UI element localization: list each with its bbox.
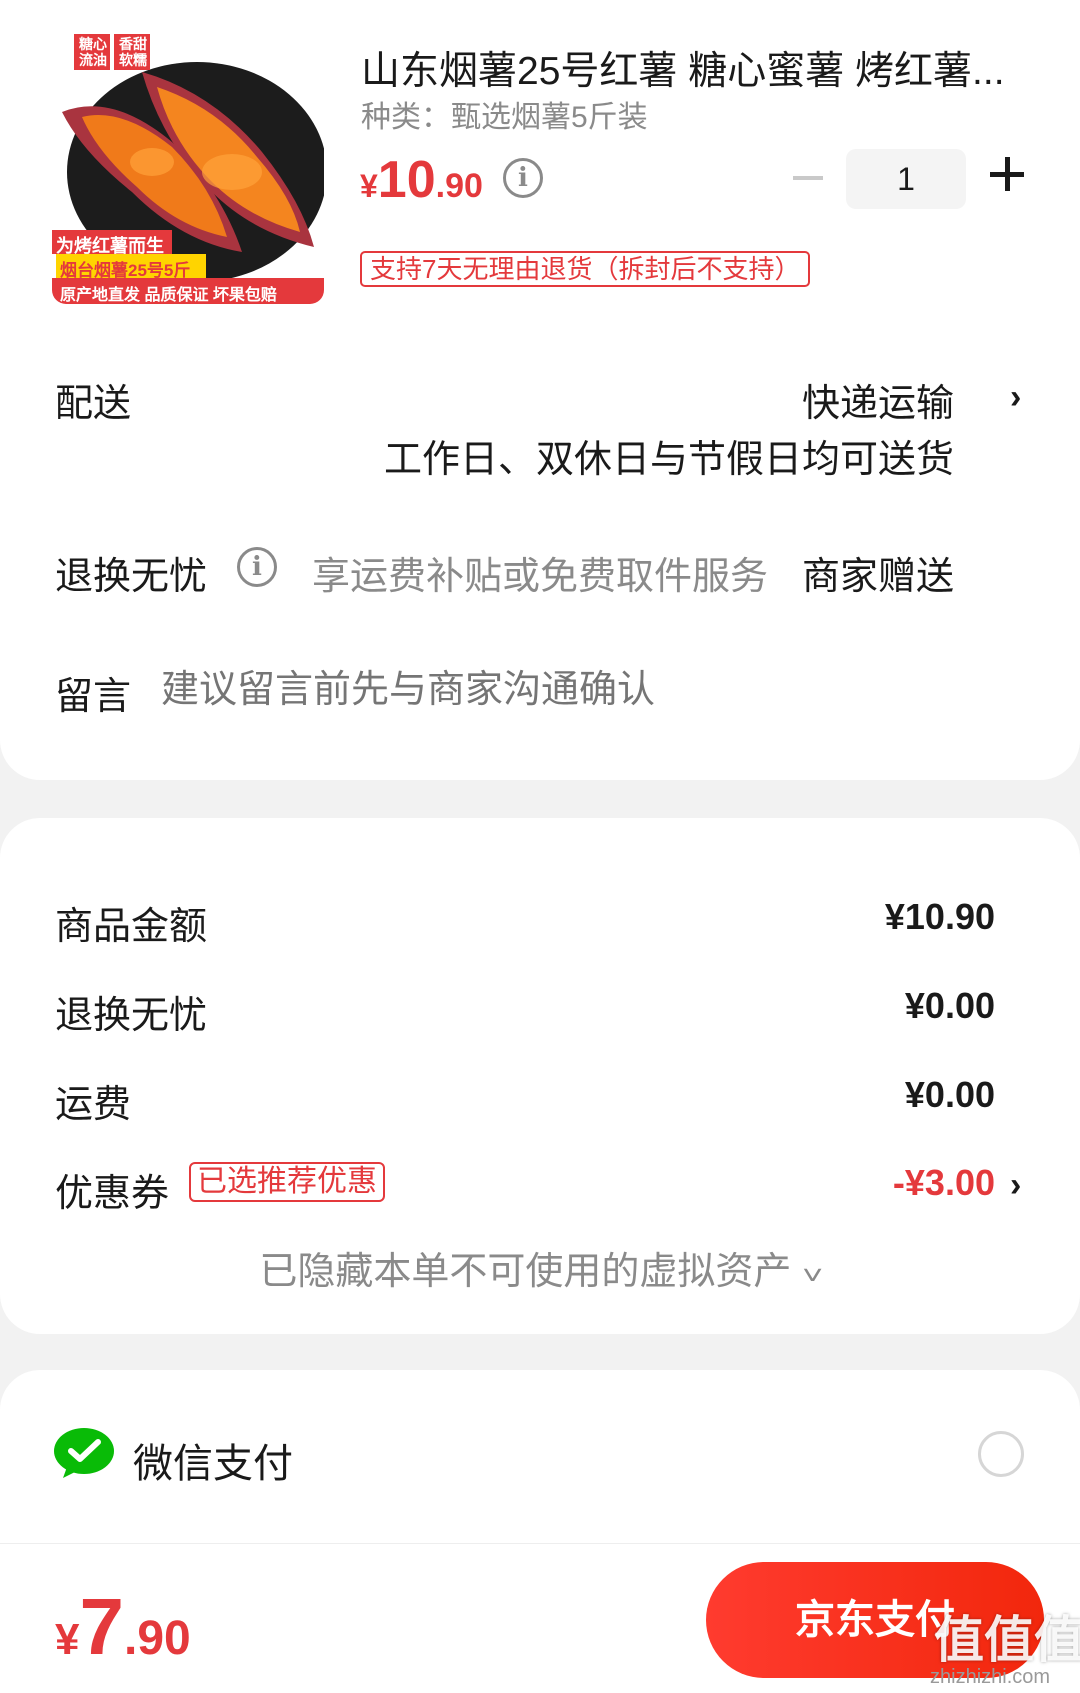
delivery-label: 配送: [55, 383, 132, 425]
delivery-method[interactable]: 快递运输: [802, 372, 954, 427]
hidden-assets-text: 已隐藏本单不可使用的虚拟资产: [259, 1251, 792, 1293]
site-watermark-url: zhizhizhi.com: [930, 1666, 1051, 1688]
coupon-selected-badge[interactable]: 已选推荐优惠: [189, 1162, 385, 1202]
product-image-line-2: 烟台烟薯25号5斤: [60, 261, 191, 280]
freight-value: ¥0.00: [904, 1074, 995, 1115]
return-service-info-icon[interactable]: i: [237, 547, 277, 587]
total-price: ¥7.90: [55, 1581, 191, 1673]
coupon-discount-value[interactable]: -¥3.00: [893, 1162, 995, 1204]
product-image-tag-2: 香甜软糯: [119, 36, 147, 68]
total-currency: ¥: [55, 1615, 80, 1664]
price-info-icon[interactable]: i: [503, 158, 543, 198]
return-fee-value: ¥0.00: [904, 985, 995, 1026]
hidden-virtual-assets-toggle[interactable]: 已隐藏本单不可使用的虚拟资产 ˅: [0, 1240, 1080, 1295]
coupon-label[interactable]: 优惠券: [55, 1162, 169, 1217]
product-spec[interactable]: 种类：甄选烟薯5斤装: [361, 92, 648, 136]
quantity-input[interactable]: 1: [846, 149, 966, 209]
return-service-label: 退换无忧: [55, 556, 208, 598]
total-decimal: .90: [123, 1612, 191, 1665]
price-integer: 10: [377, 151, 436, 209]
goods-amount-value: ¥10.90: [884, 896, 995, 937]
product-image-line-1: 为烤红薯而生: [56, 236, 164, 256]
return-service-desc: 享运费补贴或免费取件服务: [312, 556, 769, 598]
goods-amount-label: 商品金额: [55, 906, 208, 948]
quantity-decrease-button[interactable]: [793, 176, 823, 180]
site-watermark: 值值值: [934, 1612, 1080, 1668]
return-fee-label: 退换无忧: [55, 995, 208, 1037]
price-decimal: .90: [435, 167, 483, 205]
return-service-value: 商家赠送: [801, 556, 954, 598]
quantity-increase-button[interactable]: [990, 157, 1024, 191]
message-input[interactable]: [161, 665, 881, 715]
product-title[interactable]: 山东烟薯25号红薯 糖心蜜薯 烤红薯...: [361, 40, 1011, 96]
delivery-chevron-right-icon[interactable]: ›: [1010, 380, 1030, 414]
total-integer: 7: [79, 1582, 124, 1671]
wechat-pay-radio[interactable]: [978, 1431, 1024, 1477]
price-currency: ¥: [360, 168, 378, 204]
delivery-schedule[interactable]: 工作日、双休日与节假日均可送货: [384, 428, 954, 483]
product-image-tag-1: 糖心流油: [79, 36, 107, 68]
product-image-line-3: 原产地直发 品质保证 坏果包赔: [60, 287, 277, 304]
wechat-pay-icon: [53, 1427, 115, 1479]
message-label: 留言: [55, 676, 132, 718]
product-price: ¥10.90: [360, 150, 483, 210]
freight-label: 运费: [55, 1084, 132, 1126]
return-policy-badge: 支持7天无理由退货（拆封后不支持）: [360, 251, 811, 287]
chevron-down-icon: ˅: [802, 1260, 824, 1290]
wechat-pay-label[interactable]: 微信支付: [133, 1431, 293, 1489]
coupon-chevron-right-icon[interactable]: ›: [1010, 1168, 1030, 1202]
